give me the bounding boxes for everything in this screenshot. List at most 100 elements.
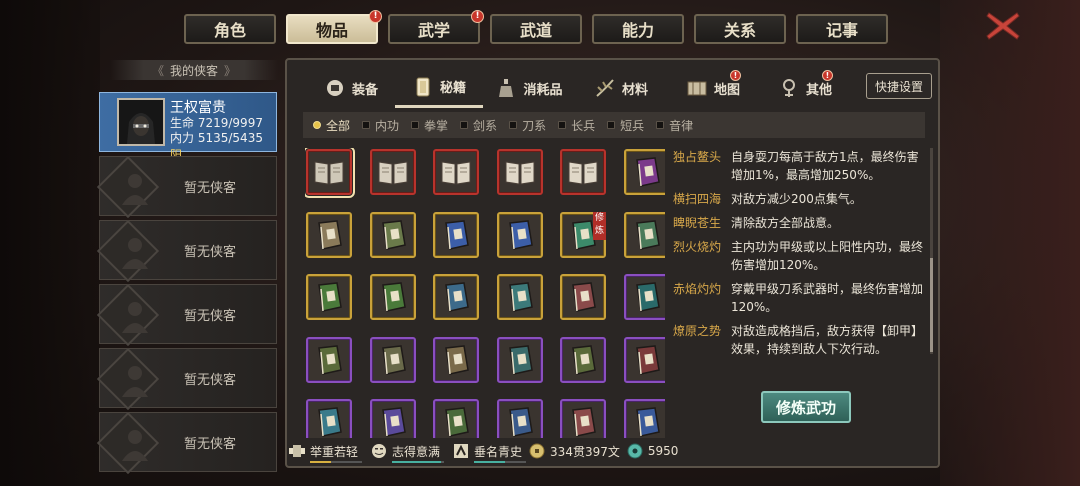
book-icon	[635, 407, 660, 437]
book-icon	[635, 344, 660, 375]
hero-card-empty[interactable]: 暂无侠客	[96, 283, 277, 347]
sub-tab-2[interactable]: 消耗品	[483, 68, 575, 108]
status-item-4[interactable]: 5950	[626, 442, 678, 460]
status-item-3[interactable]: 334贯397文	[528, 442, 620, 460]
chevron-right-icon[interactable]: 》	[224, 62, 236, 79]
effect-description: 主内功为甲级或以上阳性内功，最终伤害增加120%。	[731, 240, 924, 272]
hero-card-empty[interactable]: 暂无侠客	[96, 219, 277, 283]
item-slot[interactable]	[433, 274, 479, 320]
item-slot[interactable]	[623, 274, 665, 320]
open-book-icon	[441, 161, 471, 185]
potion-icon	[495, 77, 517, 99]
train-skill-button[interactable]: 修炼武功	[761, 391, 851, 423]
sub-tab-1[interactable]: 秘籍	[395, 68, 483, 108]
book-icon	[445, 407, 469, 437]
strength-icon	[288, 442, 306, 460]
filter-bar: 全部 内功 拳掌 剑系 刀系 长兵 短兵 音律	[303, 112, 925, 138]
top-tab-4[interactable]: 能力	[592, 14, 684, 44]
item-slot[interactable]	[369, 149, 416, 195]
filter-label: 剑系	[473, 118, 498, 133]
mood-icon	[370, 442, 388, 460]
filter-1[interactable]: 内功	[362, 117, 399, 134]
item-slot[interactable]	[496, 336, 543, 383]
top-tab-0[interactable]: 角色	[184, 14, 276, 44]
quick-settings-button[interactable]: 快捷设置	[866, 73, 932, 99]
item-slot[interactable]	[560, 399, 606, 438]
item-slot[interactable]	[496, 399, 543, 438]
hero-card-empty[interactable]: 暂无侠客	[96, 411, 277, 475]
item-slot[interactable]	[305, 148, 355, 198]
alert-badge-icon: !	[369, 10, 382, 23]
hero-card-empty[interactable]: 暂无侠客	[96, 155, 277, 219]
item-slot[interactable]	[623, 336, 665, 383]
status-item-2[interactable]: 垂名青史	[452, 442, 527, 463]
other-icon	[778, 77, 800, 99]
item-slot[interactable]	[369, 399, 416, 438]
empty-slot-label: 暂无侠客	[184, 437, 237, 452]
filter-0[interactable]: 全部	[313, 117, 350, 134]
item-slot[interactable]	[306, 336, 352, 383]
book-icon	[318, 407, 342, 437]
status-item-0[interactable]: 举重若轻	[288, 442, 362, 463]
item-slot[interactable]	[496, 149, 543, 195]
map-icon	[686, 77, 708, 99]
item-slot[interactable]	[433, 399, 479, 438]
status-item-1[interactable]: 志得意满	[370, 442, 445, 463]
filter-radio	[558, 121, 567, 129]
alert-badge-icon: !	[730, 70, 741, 81]
item-slot[interactable]	[623, 211, 665, 258]
filter-label: 短兵	[620, 118, 645, 133]
detail-row: 烈火烧灼 主内功为甲级或以上阳性内功，最终伤害增加120%。	[673, 238, 929, 274]
top-tab-label: 能力	[621, 21, 654, 40]
filter-3[interactable]: 剑系	[460, 117, 497, 134]
item-slot[interactable]	[306, 211, 352, 258]
item-slot[interactable]	[560, 149, 606, 195]
item-slot[interactable]	[496, 211, 543, 258]
item-slot[interactable]	[369, 336, 416, 383]
item-slot[interactable]	[433, 149, 479, 195]
book-icon	[508, 282, 533, 312]
sub-tab-label: 消耗品	[523, 82, 563, 98]
item-slot[interactable]	[433, 336, 479, 383]
hero-card-empty[interactable]: 暂无侠客	[96, 347, 277, 411]
detail-scrollbar[interactable]	[930, 148, 933, 354]
book-icon	[445, 282, 469, 312]
filter-5[interactable]: 长兵	[558, 117, 595, 134]
filter-2[interactable]: 拳掌	[411, 117, 448, 134]
filter-4[interactable]: 刀系	[509, 117, 546, 134]
hero-card-active[interactable]: 王权富贵 生命 7219/9997 内力 5135/5435 阳	[99, 92, 277, 162]
sub-tab-3[interactable]: 材料	[575, 68, 667, 108]
sub-tab-5[interactable]: 其他!	[759, 68, 851, 108]
filter-7[interactable]: 音律	[656, 117, 693, 134]
sub-tab-label: 其他	[805, 82, 832, 98]
sub-tab-label: 装备	[351, 82, 378, 98]
top-tab-5[interactable]: 关系	[694, 14, 786, 44]
item-slot[interactable]	[496, 274, 543, 320]
top-tab-6[interactable]: 记事	[796, 14, 888, 44]
book-icon	[635, 219, 660, 250]
close-icon[interactable]	[985, 10, 1021, 42]
sub-tab-4[interactable]: 地图!	[667, 68, 759, 108]
top-tab-bar: 角色 物品! 武学! 武道 能力 关系 记事	[184, 10, 888, 44]
top-tab-1[interactable]: 物品!	[286, 10, 382, 44]
scrollbar-thumb[interactable]	[930, 258, 933, 352]
filter-label: 长兵	[571, 118, 596, 133]
chevron-left-icon[interactable]: 《	[152, 62, 164, 79]
item-slot[interactable]	[369, 211, 416, 258]
item-slot[interactable]	[306, 274, 352, 320]
silhouette-icon	[122, 430, 148, 461]
item-slot[interactable]	[560, 336, 606, 383]
item-slot[interactable]	[433, 211, 479, 258]
item-slot[interactable]: 修炼	[560, 211, 606, 258]
filter-6[interactable]: 短兵	[607, 117, 644, 134]
item-slot[interactable]	[623, 399, 665, 438]
sub-tab-0[interactable]: 装备	[307, 68, 395, 108]
top-tab-3[interactable]: 武道	[490, 14, 582, 44]
item-slot[interactable]	[560, 274, 606, 320]
item-slot[interactable]	[306, 399, 352, 438]
coin-icon	[528, 442, 546, 460]
book-icon	[508, 407, 533, 437]
top-tab-2[interactable]: 武学!	[388, 10, 484, 44]
item-slot[interactable]	[369, 274, 416, 320]
item-slot[interactable]	[623, 149, 665, 195]
